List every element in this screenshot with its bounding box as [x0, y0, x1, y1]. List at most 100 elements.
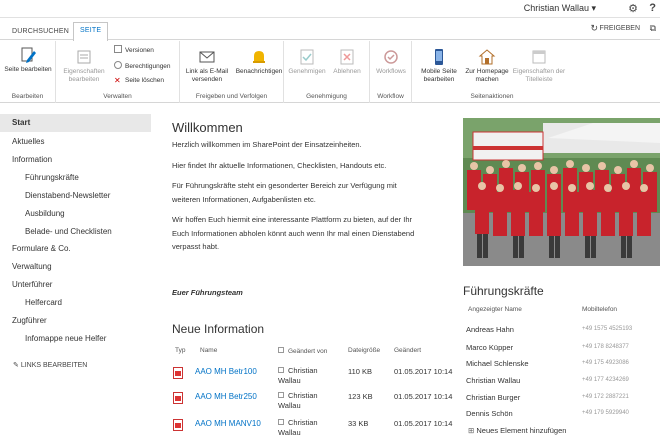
nav-item-verwaltung[interactable]: Verwaltung [12, 262, 52, 271]
document-link[interactable]: AAO MH Betr250 [195, 392, 257, 401]
email-link-label: Link als E-Mail versenden [185, 68, 229, 83]
nav-item-information[interactable]: Information [12, 155, 52, 164]
column-modified-by[interactable]: Geändert von [278, 347, 327, 355]
versions-icon [114, 45, 122, 53]
gear-icon[interactable]: ⚙ [628, 2, 638, 15]
reject-button[interactable]: Ablehnen [328, 48, 366, 76]
document-link[interactable]: AAO MH Betr100 [195, 367, 257, 376]
column-mobile[interactable]: Mobiltelefon [582, 306, 617, 313]
presence-icon [278, 392, 284, 398]
column-typ[interactable]: Typ [175, 347, 185, 354]
nav-item-infomappe[interactable]: Infomappe neue Helfer [25, 334, 106, 343]
workflows-button[interactable]: Workflows [372, 48, 410, 76]
modified-by-last: Wallau [278, 376, 301, 385]
ribbon: Seite bearbeiten Bearbeiten Eigenschafte… [0, 41, 660, 103]
properties-icon [77, 50, 91, 64]
modified-by-first: Christian [288, 391, 318, 400]
nav-item-start[interactable]: Start [12, 118, 30, 127]
properties-button[interactable]: Eigenschaften bearbeiten [58, 48, 110, 84]
delete-page-button[interactable]: ✕ Seite löschen [114, 77, 164, 85]
column-display-name[interactable]: Angezeigter Name [468, 306, 522, 313]
mobile-page-label: Mobile Seite bearbeiten [421, 68, 457, 83]
homepage-button[interactable]: Zur Homepage machen [464, 48, 510, 84]
title-bar-properties-button[interactable]: Eigenschaften der Titelleiste [510, 48, 568, 84]
email-icon [199, 51, 215, 63]
team-photo-image [463, 118, 660, 266]
delete-page-label: Seite löschen [125, 77, 165, 84]
reject-label: Ablehnen [333, 68, 361, 75]
pdf-icon [173, 419, 183, 431]
welcome-paragraph-2: Hier findet Ihr aktuelle Informationen, … [172, 161, 387, 170]
modified-by-cell[interactable]: Christian Wallau [278, 366, 318, 386]
presence-icon [278, 367, 284, 373]
nav-item-helfercard[interactable]: Helfercard [25, 298, 62, 307]
versions-button[interactable]: Versionen [114, 45, 154, 54]
leader-name[interactable]: Andreas Hahn [466, 325, 514, 334]
group-seitenaktionen: Mobile Seite bearbeiten Zur Homepage mac… [412, 41, 572, 103]
delete-icon: ✕ [114, 76, 121, 85]
column-name[interactable]: Name [200, 347, 217, 354]
column-modified[interactable]: Geändert [394, 347, 421, 354]
add-icon: ⊞ [468, 426, 475, 435]
group-label-seitenaktionen: Seitenaktionen [470, 93, 514, 100]
modified-by-cell[interactable]: Christian Wallau [278, 418, 318, 438]
approve-icon [300, 49, 314, 65]
mobile-page-button[interactable]: Mobile Seite bearbeiten [414, 48, 464, 84]
pencil-icon: ✎ [13, 362, 19, 369]
news-title: Neue Information [172, 322, 265, 336]
nav-item-newsletter[interactable]: Dienstabend-Newsletter [25, 191, 110, 200]
user-menu[interactable]: Christian Wallau ▾ [524, 3, 596, 14]
share-button[interactable]: FREIGEBEN [600, 25, 640, 32]
nav-item-zugfuehrer[interactable]: Zugführer [12, 316, 47, 325]
document-link[interactable]: AAO MH MANV10 [195, 419, 261, 428]
column-modified-by-label: Geändert von [288, 348, 328, 355]
edit-links-button[interactable]: ✎ LINKS BEARBEITEN [13, 361, 87, 369]
email-link-button[interactable]: Link als E-Mail versenden [182, 48, 232, 84]
presence-icon [278, 419, 284, 425]
edit-page-button[interactable]: Seite bearbeiten [2, 46, 54, 74]
nav-item-aktuelles[interactable]: Aktuelles [12, 137, 44, 146]
nav-item-ausbildung[interactable]: Ausbildung [25, 209, 65, 218]
welcome-paragraph-4a: Wir hoffen Euch hiermit eine interessant… [172, 215, 412, 224]
nav-item-checklisten[interactable]: Belade- und Checklisten [25, 227, 112, 236]
tab-durchsuchen[interactable]: DURCHSUCHEN [12, 28, 69, 35]
size-cell: 110 KB [348, 367, 373, 376]
help-icon[interactable]: ? [649, 2, 656, 14]
fullscreen-icon[interactable]: ⧉ [650, 23, 656, 34]
modified-by-last: Wallau [278, 428, 301, 437]
column-size[interactable]: Dateigröße [348, 347, 380, 354]
group-label-verwalten: Verwalten [103, 93, 132, 100]
welcome-paragraph-3b: weiteren Informationen, Aufgabenlisten e… [172, 195, 316, 204]
edit-page-icon [21, 47, 36, 63]
modified-by-cell[interactable]: Christian Wallau [278, 391, 318, 411]
group-label-genehmigung: Genehmigung [306, 93, 347, 100]
leader-phone: +49 178 8248377 [582, 344, 629, 350]
leader-name[interactable]: Dennis Schön [466, 409, 513, 418]
edit-page-label: Seite bearbeiten [4, 66, 52, 73]
permissions-button[interactable]: Berechtigungen [114, 61, 171, 70]
nav-item-fuehrungskraefte[interactable]: Führungskräfte [25, 173, 79, 182]
checkbox-icon [278, 347, 284, 353]
ribbon-tabs: DURCHSUCHEN SEITE ↻ FREIGEBEN ⧉ [0, 18, 660, 42]
group-bearbeiten: Seite bearbeiten Bearbeiten [0, 41, 56, 103]
edit-links-label: LINKS BEARBEITEN [20, 362, 88, 369]
notify-button[interactable]: Benachrichtigen [234, 48, 284, 76]
group-freigeben: Link als E-Mail versenden Benachrichtige… [180, 41, 284, 103]
nav-item-formulare[interactable]: Formulare & Co. [12, 244, 71, 253]
leader-phone: +49 1575 4525193 [582, 326, 633, 332]
reject-icon [340, 49, 354, 65]
add-item-link[interactable]: ⊞ Neues Element hinzufügen [468, 426, 566, 435]
approve-button[interactable]: Genehmigen [288, 48, 326, 76]
leader-name[interactable]: Marco Küpper [466, 343, 513, 352]
pdf-icon [173, 392, 183, 404]
share-icon[interactable]: ↻ [590, 23, 598, 34]
group-label-workflow: Workflow [377, 93, 404, 100]
add-item-label: Neues Element hinzufügen [476, 426, 567, 435]
nav-item-unterfuehrer[interactable]: Unterführer [12, 280, 52, 289]
tab-seite[interactable]: SEITE [73, 22, 109, 42]
leader-name[interactable]: Christian Burger [466, 393, 520, 402]
modified-by-first: Christian [288, 418, 318, 427]
leader-name[interactable]: Christian Wallau [466, 376, 520, 385]
welcome-paragraph-3a: Für Führungskräfte steht ein gesonderter… [172, 181, 397, 190]
leader-name[interactable]: Michael Schlenske [466, 359, 529, 368]
